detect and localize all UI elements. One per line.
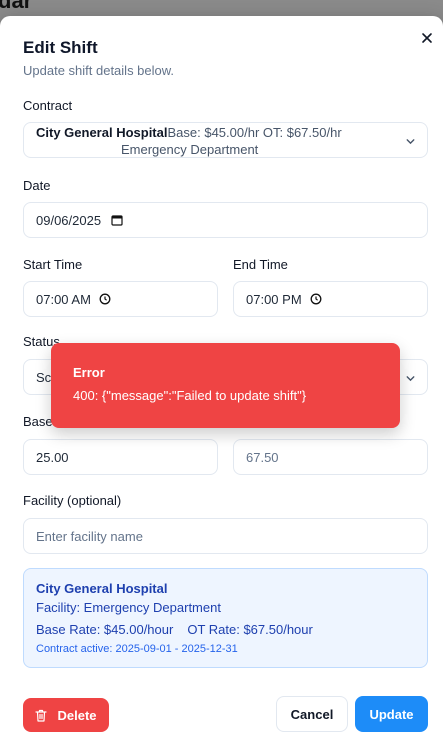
dialog-subtitle: Update shift details below.: [23, 63, 175, 78]
contract-select[interactable]: City General HospitalBase: $45.00/hr OT:…: [23, 122, 428, 158]
info-ot-rate: OT Rate: $67.50/hour: [187, 622, 313, 637]
chevron-down-icon: [406, 376, 415, 382]
toast-message: 400: {"message":"Failed to update shift"…: [73, 388, 307, 403]
contract-label: Contract: [23, 98, 73, 113]
info-base-rate: Base Rate: $45.00/hour: [36, 622, 174, 637]
clock-icon[interactable]: [99, 293, 111, 305]
date-input[interactable]: 09/06/2025: [23, 202, 428, 238]
start-time-input[interactable]: 07:00 AM: [23, 281, 218, 317]
start-time-value: 07:00 AM: [36, 291, 91, 307]
update-button[interactable]: Update: [355, 696, 428, 732]
info-contract-active: Contract active: 2025-09-01 - 2025-12-31: [36, 643, 238, 655]
contract-department: Emergency Department: [121, 142, 259, 157]
info-facility: Facility: Emergency Department: [36, 600, 221, 615]
end-time-value: 07:00 PM: [246, 291, 302, 307]
ot-rate-value: 67.50: [246, 449, 279, 465]
date-label: Date: [23, 178, 51, 193]
base-rate-label: Base: [23, 414, 53, 429]
end-time-label: End Time: [233, 257, 288, 272]
info-hospital-name: City General Hospital: [36, 581, 168, 596]
delete-label: Delete: [57, 707, 97, 723]
chevron-down-icon: [406, 139, 415, 145]
dialog-title: Edit Shift: [23, 38, 98, 57]
facility-placeholder: Enter facility name: [36, 528, 143, 544]
end-time-input[interactable]: 07:00 PM: [233, 281, 428, 317]
error-toast[interactable]: Error 400: {"message":"Failed to update …: [51, 343, 400, 428]
status-value: Sc: [36, 369, 52, 385]
toast-title: Error: [73, 365, 105, 380]
trash-icon: [35, 709, 48, 722]
cancel-label: Cancel: [290, 706, 334, 722]
base-rate-value: 25.00: [36, 449, 69, 465]
facility-label: Facility (optional): [23, 493, 122, 508]
contract-info-box: City General Hospital Facility: Emergenc…: [23, 568, 428, 668]
facility-input[interactable]: Enter facility name: [23, 518, 428, 554]
update-label: Update: [369, 706, 414, 722]
date-value: 09/06/2025: [36, 212, 102, 228]
contract-rates: Base: $45.00/hr OT: $67.50/hr: [167, 125, 342, 140]
start-time-label: Start Time: [23, 257, 83, 272]
base-rate-input[interactable]: 25.00: [23, 439, 218, 475]
ot-rate-input[interactable]: 67.50: [233, 439, 428, 475]
cancel-button[interactable]: Cancel: [276, 696, 348, 732]
clock-icon[interactable]: [310, 293, 322, 305]
page-title-behind-modal: dar: [0, 0, 33, 13]
calendar-icon[interactable]: [111, 214, 123, 226]
close-icon[interactable]: [419, 30, 435, 46]
delete-button[interactable]: Delete: [23, 698, 109, 732]
contract-name: City General Hospital: [36, 125, 168, 140]
